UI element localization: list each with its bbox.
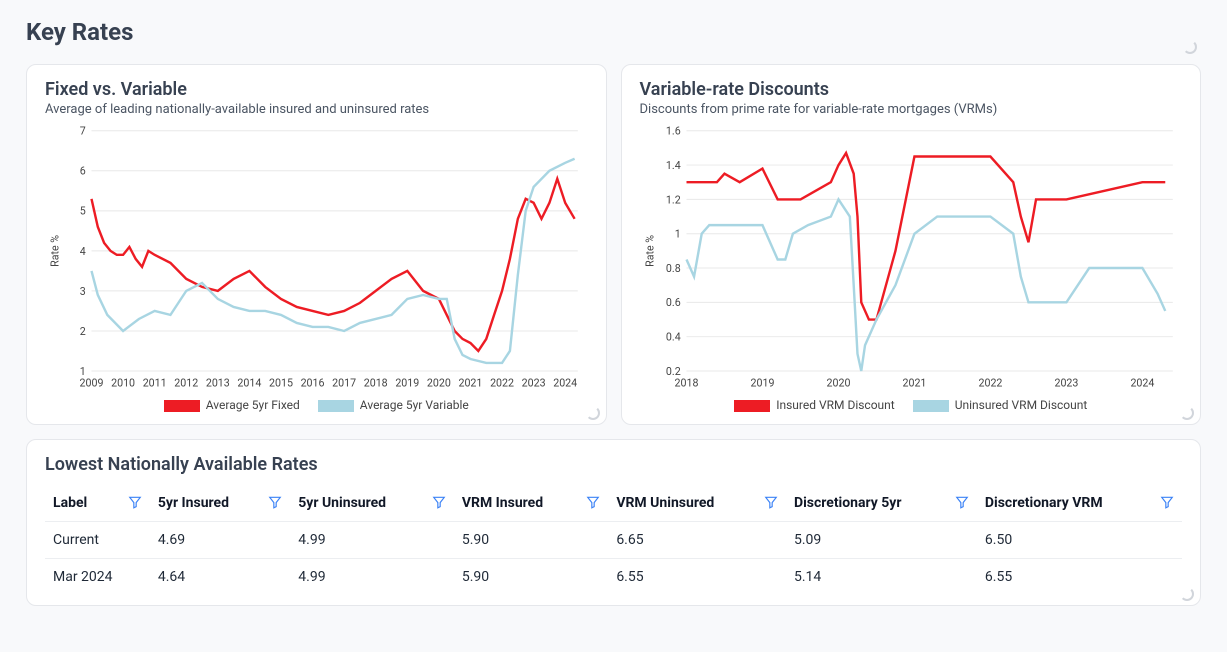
svg-text:3: 3 (80, 285, 86, 298)
svg-text:1.6: 1.6 (665, 125, 680, 138)
cell-value: 6.65 (608, 522, 786, 559)
filter-icon[interactable] (955, 495, 969, 509)
svg-text:2019: 2019 (750, 377, 774, 390)
legend-item-fixed[interactable]: Average 5yr Fixed (164, 398, 300, 412)
swatch-red-icon (164, 400, 200, 412)
col-discretionary-5yr[interactable]: Discretionary 5yr (786, 485, 977, 522)
chart-fixed-vs-variable[interactable]: 1234567200920102011201220132014201520162… (45, 123, 588, 394)
rates-table: Label 5yr Insured 5yr Uninsured VRM Insu… (45, 485, 1182, 595)
svg-text:2018: 2018 (674, 377, 698, 390)
filter-icon[interactable] (764, 495, 778, 509)
cell-value: 6.55 (977, 559, 1182, 596)
svg-text:0.8: 0.8 (665, 262, 680, 275)
card-fixed-vs-variable: Fixed vs. Variable Average of leading na… (26, 64, 607, 425)
cell-value: 6.55 (608, 559, 786, 596)
svg-text:2018: 2018 (364, 377, 388, 390)
svg-text:2014: 2014 (237, 377, 261, 390)
col-5yr-uninsured[interactable]: 5yr Uninsured (290, 485, 454, 522)
filter-icon[interactable] (1160, 495, 1174, 509)
filter-icon[interactable] (432, 495, 446, 509)
col-discretionary-vrm[interactable]: Discretionary VRM (977, 485, 1182, 522)
card-subtitle: Discounts from prime rate for variable-r… (640, 102, 1183, 117)
cell-value: 5.09 (786, 522, 977, 559)
chart-legend: Average 5yr Fixed Average 5yr Variable (45, 394, 588, 414)
svg-text:4: 4 (80, 245, 86, 258)
svg-text:2021: 2021 (458, 377, 482, 390)
svg-text:2015: 2015 (269, 377, 293, 390)
svg-text:2021: 2021 (902, 377, 926, 390)
col-label[interactable]: Label (45, 485, 150, 522)
svg-text:2023: 2023 (522, 377, 546, 390)
legend-item-insured[interactable]: Insured VRM Discount (734, 398, 895, 412)
legend-item-variable[interactable]: Average 5yr Variable (318, 398, 469, 412)
svg-text:1: 1 (674, 228, 680, 241)
card-vrm-discounts: Variable-rate Discounts Discounts from p… (621, 64, 1202, 425)
card-lowest-rates: Lowest Nationally Available Rates Label … (26, 439, 1201, 606)
svg-text:Rate %: Rate % (643, 235, 656, 267)
svg-text:2013: 2013 (206, 377, 230, 390)
svg-text:2020: 2020 (427, 377, 451, 390)
loading-spinner-icon (1180, 406, 1194, 420)
chart-legend: Insured VRM Discount Uninsured VRM Disco… (640, 394, 1183, 414)
svg-text:0.6: 0.6 (665, 296, 680, 309)
loading-spinner-icon (1183, 40, 1197, 54)
svg-text:2016: 2016 (301, 377, 325, 390)
svg-text:2024: 2024 (553, 377, 577, 390)
cell-value: 5.14 (786, 559, 977, 596)
svg-text:2011: 2011 (143, 377, 167, 390)
legend-item-uninsured[interactable]: Uninsured VRM Discount (913, 398, 1088, 412)
page-title: Key Rates (26, 18, 1201, 46)
svg-text:2020: 2020 (826, 377, 850, 390)
card-title: Variable-rate Discounts (640, 79, 1183, 100)
loading-spinner-icon (1180, 587, 1194, 601)
svg-text:2022: 2022 (490, 377, 514, 390)
col-5yr-insured[interactable]: 5yr Insured (150, 485, 290, 522)
cell-value: 4.99 (290, 559, 454, 596)
svg-text:1.4: 1.4 (665, 159, 680, 172)
svg-text:6: 6 (80, 165, 86, 178)
svg-text:2019: 2019 (395, 377, 419, 390)
chart-vrm-discounts[interactable]: 0.20.40.60.811.21.41.6201820192020202120… (640, 123, 1183, 394)
filter-icon[interactable] (268, 495, 282, 509)
col-vrm-uninsured[interactable]: VRM Uninsured (608, 485, 786, 522)
svg-text:0.4: 0.4 (665, 331, 680, 344)
svg-text:2: 2 (80, 325, 86, 338)
table-header-row: Label 5yr Insured 5yr Uninsured VRM Insu… (45, 485, 1182, 522)
cell-value: 6.50 (977, 522, 1182, 559)
svg-text:2012: 2012 (174, 377, 198, 390)
cell-label: Current (45, 522, 150, 559)
swatch-red-icon (734, 400, 770, 412)
col-vrm-insured[interactable]: VRM Insured (454, 485, 608, 522)
filter-icon[interactable] (586, 495, 600, 509)
svg-text:2009: 2009 (80, 377, 104, 390)
swatch-blue-icon (913, 400, 949, 412)
svg-text:5: 5 (80, 205, 86, 218)
card-subtitle: Average of leading nationally-available … (45, 102, 588, 117)
svg-text:1.2: 1.2 (665, 193, 680, 206)
svg-text:2022: 2022 (978, 377, 1002, 390)
cell-value: 4.69 (150, 522, 290, 559)
cell-value: 5.90 (454, 559, 608, 596)
cell-value: 4.64 (150, 559, 290, 596)
svg-text:2017: 2017 (332, 377, 356, 390)
table-row: Mar 2024 4.64 4.99 5.90 6.55 5.14 6.55 (45, 559, 1182, 596)
swatch-blue-icon (318, 400, 354, 412)
cell-label: Mar 2024 (45, 559, 150, 596)
card-title: Lowest Nationally Available Rates (45, 454, 1182, 475)
svg-text:2024: 2024 (1130, 377, 1154, 390)
filter-icon[interactable] (128, 495, 142, 509)
loading-spinner-icon (586, 406, 600, 420)
svg-text:7: 7 (80, 125, 86, 138)
svg-text:2023: 2023 (1054, 377, 1078, 390)
card-title: Fixed vs. Variable (45, 79, 588, 100)
table-row: Current 4.69 4.99 5.90 6.65 5.09 6.50 (45, 522, 1182, 559)
cell-value: 4.99 (290, 522, 454, 559)
svg-text:Rate %: Rate % (49, 235, 62, 267)
cell-value: 5.90 (454, 522, 608, 559)
svg-text:2010: 2010 (111, 377, 135, 390)
